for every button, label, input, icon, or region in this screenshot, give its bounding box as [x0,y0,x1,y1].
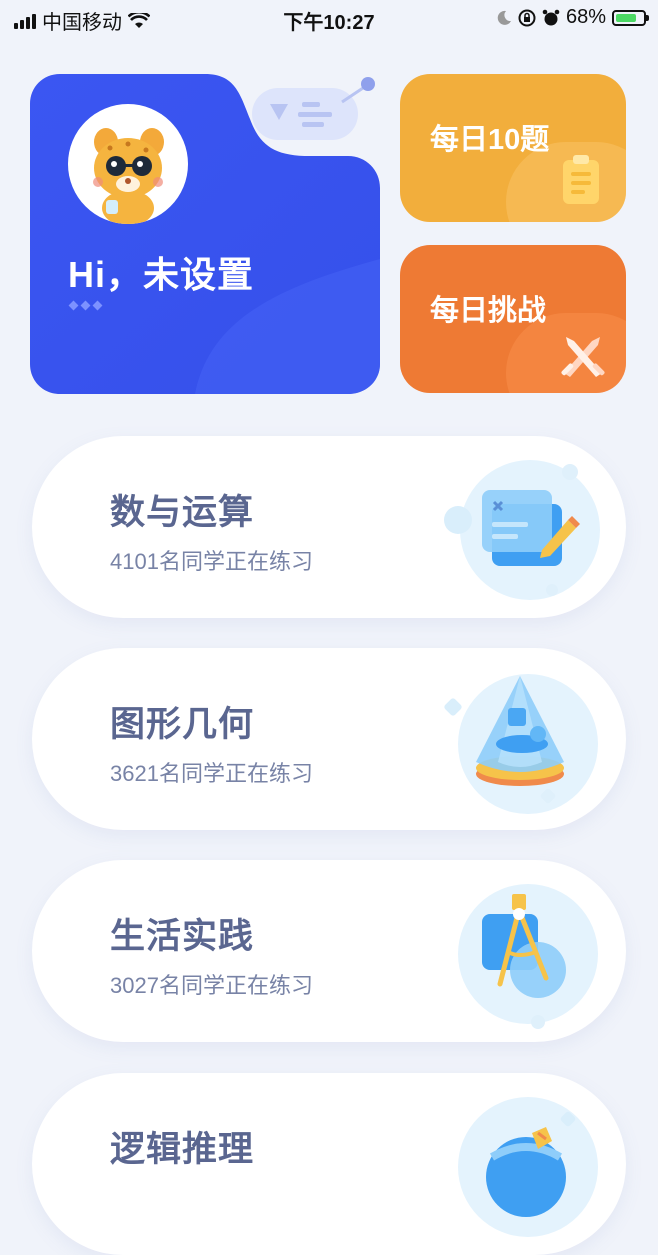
daily-challenge-card[interactable]: 每日挑战 [400,245,626,393]
daily-ten-questions-card[interactable]: 每日10题 [400,74,626,222]
battery-percent: 68% [565,6,606,28]
topic-title: 图形几何 [110,705,255,744]
daily-challenge-label: 每日挑战 [430,295,547,327]
topic-card-geometry[interactable]: 图形几何 3621名同学正在练习 [32,648,626,830]
topic-title: 数与运算 [110,493,255,532]
topic-card-life-practice[interactable]: 生活实践 3027名同学正在练习 [32,860,626,1042]
logic-globe-icon [458,1097,598,1237]
topic-card-logic-reasoning[interactable]: 逻辑推理 [32,1073,626,1255]
calculation-notebook-icon [444,460,600,600]
greeting-text: Hi，未设置 [68,254,255,295]
moon-icon [497,10,511,25]
alarm-icon [542,9,560,25]
topic-title: 逻辑推理 [110,1130,255,1169]
status-bar: 中国移动 下午10:27 68% [0,0,658,36]
compass-icon [458,884,598,1029]
daily-ten-questions-label: 每日10题 [430,124,550,156]
avatar[interactable] [68,104,188,224]
bubble-antenna-icon [341,77,375,104]
topic-subtitle: 4101名同学正在练习 [110,549,313,574]
leopard-mascot-icon [93,128,164,224]
rotation-lock-icon [518,9,536,26]
battery-icon [612,9,649,26]
decorative-dots [68,300,103,311]
clipboard-icon [563,155,599,204]
topic-subtitle: 3027名同学正在练习 [110,973,313,998]
topic-subtitle: 3621名同学正在练习 [110,761,313,786]
topic-title: 生活实践 [110,917,255,956]
topic-card-number-operations[interactable]: 数与运算 4101名同学正在练习 [32,436,626,618]
crossed-swords-icon [561,337,605,377]
geometry-pyramid-icon [444,674,598,814]
